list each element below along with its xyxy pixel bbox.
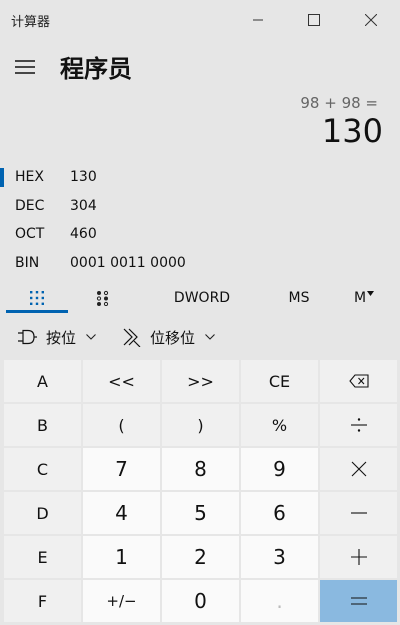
memory-store-button[interactable]: MS <box>276 282 322 314</box>
radix-row-hex[interactable]: HEX 130 <box>0 165 400 191</box>
memory-menu-label: M <box>353 290 367 306</box>
maximize-icon <box>308 14 320 26</box>
chevron-down-icon <box>205 334 215 340</box>
key-2[interactable]: 2 <box>162 536 239 578</box>
key-5[interactable]: 5 <box>162 492 239 534</box>
key-backspace[interactable] <box>320 360 397 402</box>
key-1[interactable]: 1 <box>83 536 160 578</box>
key-clear-entry[interactable]: CE <box>241 360 318 402</box>
key-a[interactable]: A <box>4 360 81 402</box>
tab-selected-underline <box>6 310 68 313</box>
radix-value: 130 <box>70 169 97 185</box>
key-b[interactable]: B <box>4 404 81 446</box>
memory-menu-button[interactable]: M <box>346 282 382 314</box>
key-equals[interactable] <box>320 580 397 622</box>
minimize-button[interactable] <box>234 0 282 40</box>
radix-value: 460 <box>70 226 97 242</box>
key-f[interactable]: F <box>4 580 81 622</box>
mode-title: 程序员 <box>60 55 132 83</box>
backspace-icon <box>348 374 369 388</box>
key-add[interactable] <box>320 536 397 578</box>
key-percent[interactable]: % <box>241 404 318 446</box>
key-e[interactable]: E <box>4 536 81 578</box>
divide-icon <box>350 418 367 432</box>
word-size-button[interactable]: DWORD <box>160 282 244 314</box>
minimize-icon <box>253 19 263 21</box>
selected-indicator <box>0 168 4 187</box>
key-0[interactable]: 0 <box>162 580 239 622</box>
logic-gate-icon <box>16 329 38 345</box>
radix-name: OCT <box>15 226 45 242</box>
radix-row-oct[interactable]: OCT 460 <box>0 222 400 248</box>
radix-name: DEC <box>15 198 45 214</box>
radix-value: 304 <box>70 198 97 214</box>
plus-icon <box>350 549 367 565</box>
multiply-icon <box>351 461 366 477</box>
key-multiply[interactable] <box>320 448 397 490</box>
radix-name: BIN <box>15 255 40 271</box>
key-left-paren[interactable]: ( <box>83 404 160 446</box>
key-d[interactable]: D <box>4 492 81 534</box>
key-subtract[interactable] <box>320 492 397 534</box>
tab-bit-toggling-keypad[interactable] <box>80 282 126 314</box>
key-4[interactable]: 4 <box>83 492 160 534</box>
key-6[interactable]: 6 <box>241 492 318 534</box>
radix-name: HEX <box>15 169 44 185</box>
app-title: 计算器 <box>11 15 51 30</box>
key-9[interactable]: 9 <box>241 448 318 490</box>
chevron-down-icon <box>86 334 96 340</box>
key-right-paren[interactable]: ) <box>162 404 239 446</box>
key-negate[interactable]: +/− <box>83 580 160 622</box>
expression-display: 98 + 98 = <box>300 94 378 112</box>
maximize-button[interactable] <box>290 0 338 40</box>
radix-value: 0001 0011 0000 <box>70 255 186 271</box>
key-decimal[interactable]: . <box>241 580 318 622</box>
key-7[interactable]: 7 <box>83 448 160 490</box>
keypad: A << >> CE B ( ) % C 7 8 9 D 4 5 6 E 1 2… <box>4 360 397 623</box>
close-icon <box>365 14 377 26</box>
navigation-menu-button[interactable] <box>8 52 42 82</box>
bitwise-label: 按位 <box>46 328 77 347</box>
bitshift-dropdown[interactable]: 位移位 <box>122 320 215 354</box>
key-c[interactable]: C <box>4 448 81 490</box>
hamburger-icon <box>15 60 35 74</box>
radix-row-dec[interactable]: DEC 304 <box>0 194 400 220</box>
keypad-grid-icon <box>30 291 44 305</box>
bitwise-dropdown[interactable]: 按位 <box>16 320 96 354</box>
close-button[interactable] <box>347 0 395 40</box>
caret-down-icon <box>367 291 375 296</box>
title-bar: 计算器 <box>0 0 400 40</box>
minus-icon <box>350 512 367 514</box>
key-8[interactable]: 8 <box>162 448 239 490</box>
bit-toggle-icon <box>96 290 109 306</box>
key-divide[interactable] <box>320 404 397 446</box>
equals-icon <box>350 597 367 605</box>
key-left-shift[interactable]: << <box>83 360 160 402</box>
result-display: 130 <box>321 112 383 150</box>
bit-shift-icon <box>122 327 142 347</box>
key-3[interactable]: 3 <box>241 536 318 578</box>
key-right-shift[interactable]: >> <box>162 360 239 402</box>
radix-row-bin[interactable]: BIN 0001 0011 0000 <box>0 251 400 277</box>
bitshift-label: 位移位 <box>150 328 196 347</box>
